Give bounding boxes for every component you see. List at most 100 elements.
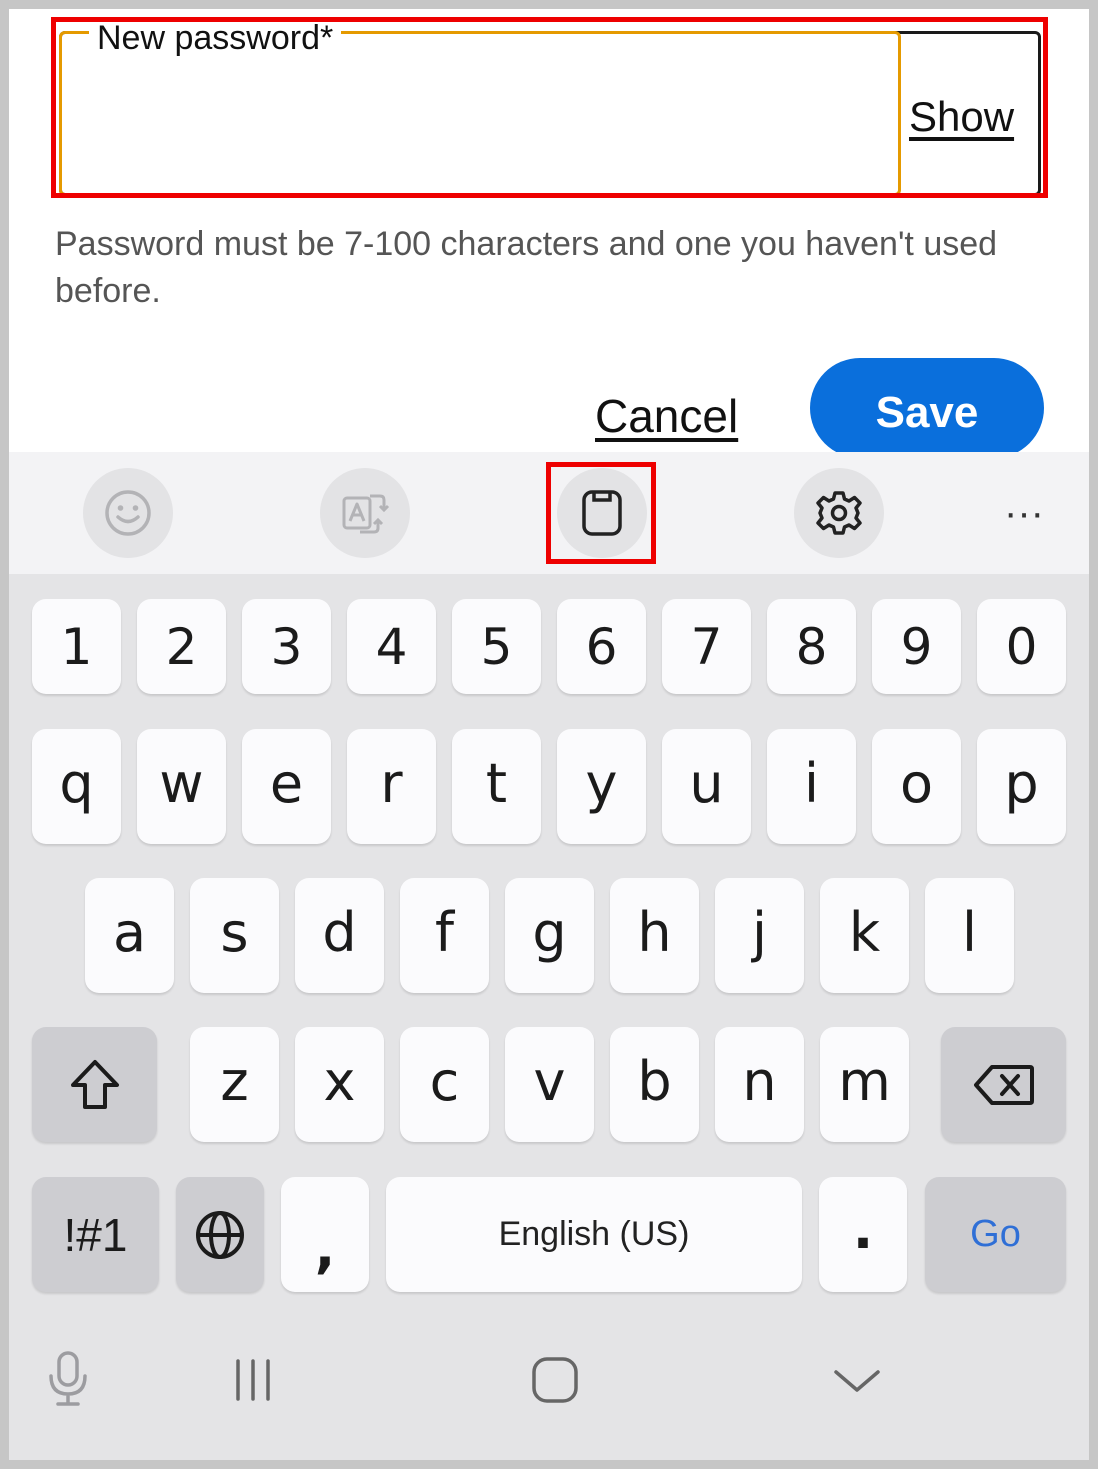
cancel-button[interactable]: Cancel [595, 389, 738, 443]
save-button-label: Save [875, 388, 979, 437]
go-key[interactable]: Go [925, 1177, 1066, 1292]
symbols-key-label: !#1 [63, 1208, 128, 1261]
microphone-icon[interactable] [43, 1346, 93, 1414]
key-r[interactable]: r [347, 729, 436, 844]
keyboard-toolbar: ··· [9, 452, 1089, 574]
key-d-label: d [322, 901, 357, 964]
shift-icon [70, 1059, 119, 1109]
key-r-label: r [380, 752, 403, 815]
key-f-label: f [434, 901, 454, 964]
key-1[interactable]: 1 [32, 599, 121, 694]
translate-icon[interactable] [320, 468, 410, 558]
key-f[interactable]: f [400, 878, 489, 993]
key-p-label: p [1004, 752, 1039, 815]
key-q-label: q [59, 752, 94, 815]
go-key-label: Go [970, 1213, 1021, 1255]
key-2[interactable]: 2 [137, 599, 226, 694]
backspace-icon [973, 1064, 1034, 1105]
key-z[interactable]: z [190, 1027, 279, 1142]
emoji-icon[interactable] [83, 468, 173, 558]
navigation-bar [9, 1332, 1089, 1460]
key-5-label: 5 [480, 617, 513, 676]
period-key[interactable]: . [819, 1177, 907, 1292]
key-m[interactable]: m [820, 1027, 909, 1142]
key-9-label: 9 [900, 617, 933, 676]
key-0[interactable]: 0 [977, 599, 1066, 694]
clipboard-icon[interactable] [557, 468, 647, 558]
key-u-label: u [689, 752, 724, 815]
key-u[interactable]: u [662, 729, 751, 844]
symbols-key[interactable]: !#1 [32, 1177, 159, 1292]
key-x[interactable]: x [295, 1027, 384, 1142]
key-n[interactable]: n [715, 1027, 804, 1142]
key-8-label: 8 [795, 617, 828, 676]
key-m-label: m [838, 1050, 891, 1113]
key-n-label: n [742, 1050, 777, 1113]
key-j[interactable]: j [715, 878, 804, 993]
password-label: New password* [89, 19, 342, 58]
key-t[interactable]: t [452, 729, 541, 844]
home-icon[interactable] [523, 1350, 587, 1410]
key-j-label: j [751, 901, 767, 964]
key-h[interactable]: h [610, 878, 699, 993]
globe-icon [196, 1210, 244, 1259]
key-8[interactable]: 8 [767, 599, 856, 694]
comma-key-label: , [314, 1217, 336, 1280]
key-i-label: i [803, 752, 819, 815]
key-7[interactable]: 7 [662, 599, 751, 694]
more-icon[interactable]: ··· [979, 468, 1069, 558]
key-b-label: b [637, 1050, 672, 1113]
backspace-key[interactable] [941, 1027, 1066, 1142]
key-e[interactable]: e [242, 729, 331, 844]
key-3[interactable]: 3 [242, 599, 331, 694]
key-c[interactable]: c [400, 1027, 489, 1142]
key-s-label: s [220, 901, 249, 964]
key-i[interactable]: i [767, 729, 856, 844]
key-l-label: l [961, 901, 977, 964]
key-x-label: x [323, 1050, 356, 1113]
key-w[interactable]: w [137, 729, 226, 844]
show-password-button[interactable]: Show [909, 93, 1014, 141]
key-2-label: 2 [165, 617, 198, 676]
screen: New password* Show Password must be 7-10… [9, 9, 1089, 1460]
key-b[interactable]: b [610, 1027, 699, 1142]
key-g[interactable]: g [505, 878, 594, 993]
key-l[interactable]: l [925, 878, 1014, 993]
key-p[interactable]: p [977, 729, 1066, 844]
key-d[interactable]: d [295, 878, 384, 993]
key-4[interactable]: 4 [347, 599, 436, 694]
key-3-label: 3 [270, 617, 303, 676]
space-key[interactable]: English (US) [386, 1177, 802, 1292]
key-1-label: 1 [60, 617, 93, 676]
key-v[interactable]: v [505, 1027, 594, 1142]
key-q[interactable]: q [32, 729, 121, 844]
key-g-label: g [532, 901, 567, 964]
settings-icon[interactable] [794, 468, 884, 558]
key-o[interactable]: o [872, 729, 961, 844]
key-c-label: c [429, 1050, 460, 1113]
key-s[interactable]: s [190, 878, 279, 993]
save-button[interactable]: Save [810, 358, 1044, 458]
key-w-label: w [159, 752, 204, 815]
hide-keyboard-icon[interactable] [827, 1350, 887, 1410]
shift-key[interactable] [32, 1027, 157, 1142]
key-5[interactable]: 5 [452, 599, 541, 694]
key-v-label: v [533, 1050, 566, 1113]
password-field[interactable]: New password* Show [59, 19, 1041, 196]
key-o-label: o [899, 752, 934, 815]
keyboard: ··· 1 2 3 4 5 6 7 8 9 0 q w e r t y u i o p a s d f g h j k l z x c v b nm… [9, 452, 1089, 1460]
comma-key[interactable]: , [281, 1177, 369, 1292]
key-t-label: t [485, 752, 508, 815]
key-k-label: k [848, 901, 881, 964]
key-a-label: a [112, 901, 147, 964]
key-9[interactable]: 9 [872, 599, 961, 694]
key-k[interactable]: k [820, 878, 909, 993]
key-y-label: y [585, 752, 618, 815]
recent-apps-icon[interactable] [223, 1350, 283, 1410]
key-y[interactable]: y [557, 729, 646, 844]
key-6-label: 6 [585, 617, 618, 676]
key-a[interactable]: a [85, 878, 174, 993]
key-6[interactable]: 6 [557, 599, 646, 694]
language-key[interactable] [176, 1177, 264, 1292]
key-4-label: 4 [375, 617, 408, 676]
